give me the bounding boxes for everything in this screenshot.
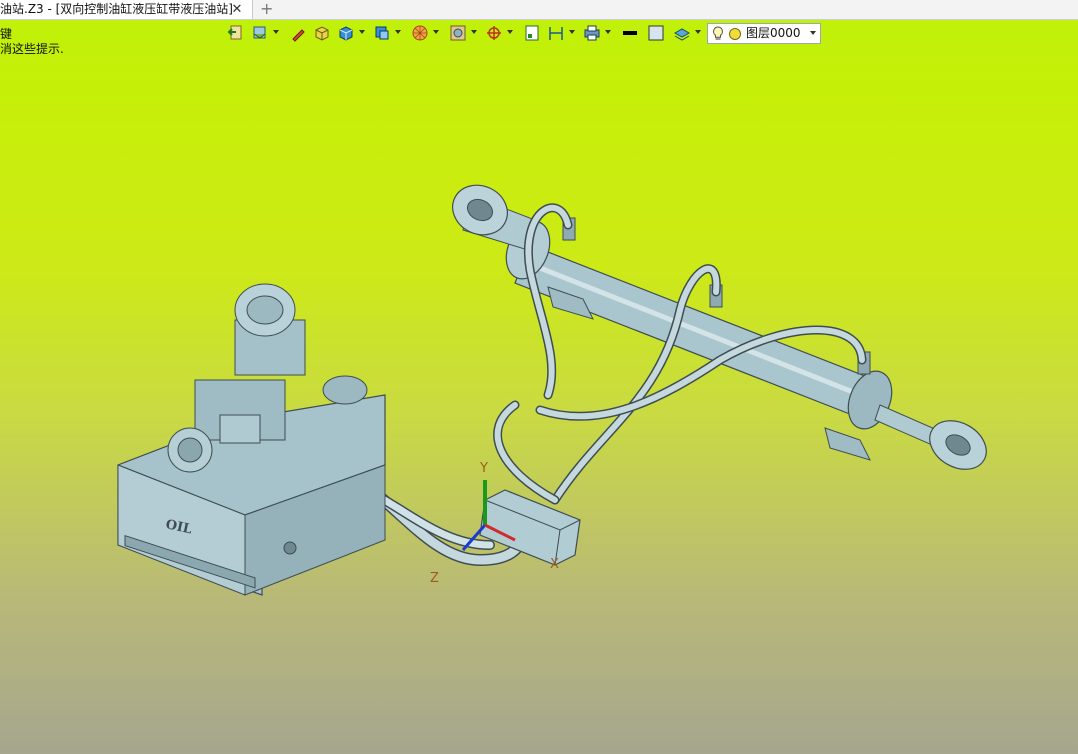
hydraulic-power-unit[interactable]: OIL (117, 283, 386, 596)
model-scene: Y Z X OIL (117, 176, 995, 596)
axis-y-label: Y (479, 461, 488, 476)
hydraulic-cylinder[interactable] (444, 176, 995, 479)
axis-x-label: X (550, 557, 559, 572)
axis-z-label: Z (430, 571, 439, 586)
